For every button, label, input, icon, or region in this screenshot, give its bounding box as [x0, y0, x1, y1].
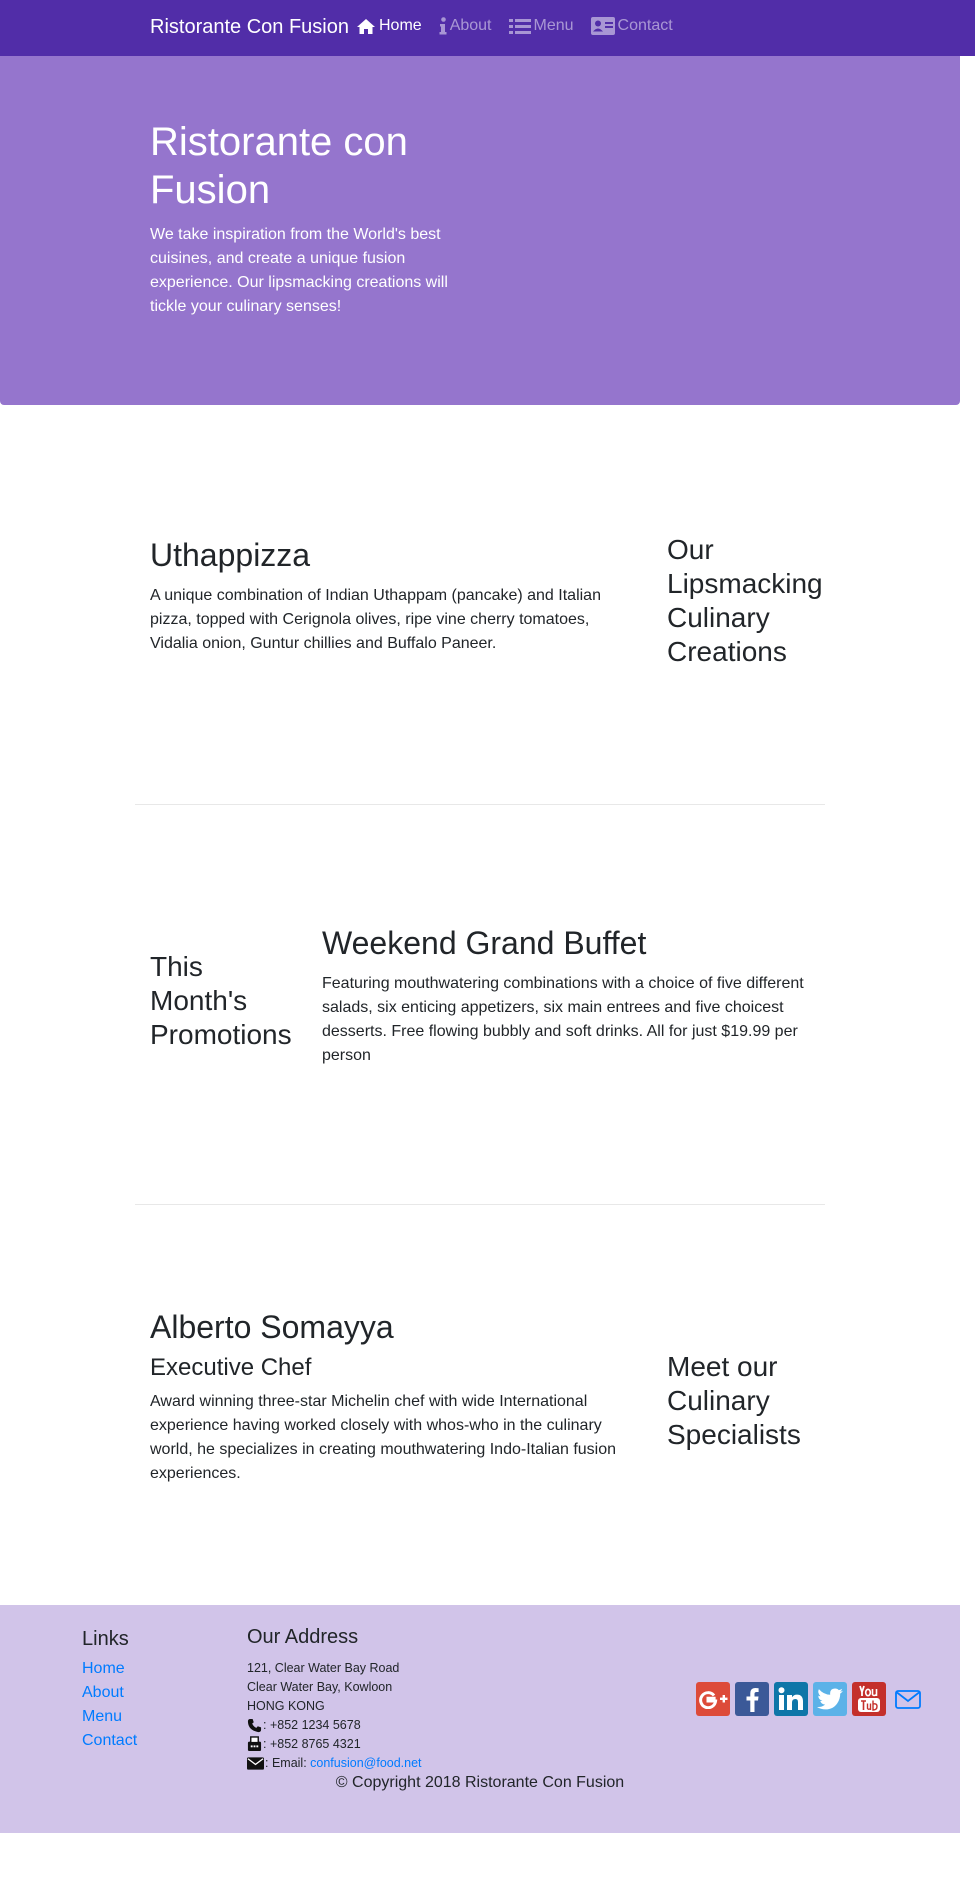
- dish-description: A unique combination of Indian Uthappam …: [150, 587, 601, 652]
- footer-link-contact[interactable]: Contact: [82, 1732, 137, 1750]
- copyright: © Copyright 2018 Ristorante Con Fusion: [335, 1774, 625, 1791]
- nav-item-label: Contact: [617, 17, 673, 34]
- fax-line: : +852 8765 4321: [247, 1735, 361, 1753]
- dish-side-heading: Our Lipsmacking Culinary Creations: [667, 534, 823, 667]
- leader-name: Alberto Somayya: [150, 1309, 394, 1345]
- navbar: Ristorante Con Fusion Home About Menu Co…: [0, 0, 975, 56]
- footer-link-home[interactable]: Home: [82, 1660, 125, 1678]
- social-links: [696, 1682, 930, 1716]
- nav-item-home[interactable]: Home: [356, 17, 422, 35]
- info-icon: [439, 17, 447, 35]
- address-line: HONG KONG: [247, 1699, 325, 1713]
- dish-title: Uthappizza: [150, 537, 311, 573]
- address-line: 121, Clear Water Bay Road: [247, 1661, 400, 1675]
- nav-item-label: Menu: [533, 17, 574, 34]
- twitter-icon: [817, 1688, 843, 1710]
- section-divider: [135, 804, 825, 805]
- twitter-button[interactable]: [813, 1682, 847, 1716]
- jumbotron-text: We take inspiration from the World's bes…: [150, 226, 448, 315]
- section-divider: [135, 1204, 825, 1205]
- jumbotron-title: Ristorante con Fusion: [150, 120, 408, 212]
- navbar-brand[interactable]: Ristorante Con Fusion: [150, 16, 349, 39]
- nav-item-label: About: [449, 17, 492, 34]
- address-line: Clear Water Bay, Kowloon: [247, 1680, 393, 1694]
- address-card-icon: [590, 17, 615, 35]
- phone-number: : +852 1234 5678: [263, 1718, 361, 1732]
- nav-item-menu[interactable]: Menu: [508, 17, 574, 35]
- google-plus-button[interactable]: [696, 1682, 730, 1716]
- jumbotron: Ristorante con Fusion We take inspiratio…: [0, 56, 960, 405]
- fax-number: : +852 8765 4321: [263, 1737, 361, 1751]
- google-plus-icon: [699, 1691, 728, 1709]
- linkedin-button[interactable]: [774, 1682, 808, 1716]
- footer-links-title: Links: [82, 1628, 129, 1650]
- nav-item-label: Home: [379, 17, 422, 34]
- leader-description: Award winning three-star Michelin chef w…: [150, 1393, 617, 1482]
- youtube-icon: [858, 1685, 880, 1712]
- nav-item-contact[interactable]: Contact: [590, 17, 673, 35]
- footer: Links Home About Menu Contact Our Addres…: [0, 1605, 960, 1833]
- promotion-side-heading: This Month's Promotions: [150, 951, 292, 1050]
- linkedin-icon: [778, 1687, 803, 1710]
- email-link[interactable]: confusion@food.net: [310, 1754, 421, 1772]
- home-icon: [357, 18, 375, 34]
- envelope-icon: [895, 1689, 921, 1709]
- list-icon: [508, 18, 531, 34]
- facebook-icon: [746, 1688, 759, 1712]
- leader-side-heading: Meet our Culinary Specialists: [667, 1351, 801, 1450]
- youtube-button[interactable]: [852, 1682, 886, 1716]
- email-line: : Email: confusion@food.net: [247, 1754, 422, 1772]
- facebook-button[interactable]: [735, 1682, 769, 1716]
- promotion-description: Featuring mouthwatering combinations wit…: [322, 975, 804, 1064]
- promotion-title: Weekend Grand Buffet: [322, 925, 647, 961]
- footer-link-menu[interactable]: Menu: [82, 1708, 122, 1726]
- envelope-icon: [247, 1756, 264, 1770]
- fax-icon: [247, 1736, 262, 1752]
- footer-link-about[interactable]: About: [82, 1684, 124, 1702]
- leader-designation: Executive Chef: [150, 1354, 312, 1381]
- phone-line: : +852 1234 5678: [247, 1716, 361, 1734]
- footer-address-title: Our Address: [247, 1626, 359, 1648]
- email-button[interactable]: [891, 1682, 925, 1716]
- email-label: : Email:: [265, 1756, 311, 1770]
- nav-item-about[interactable]: About: [439, 17, 492, 35]
- nav-menu: Home About Menu Contact: [356, 17, 690, 35]
- phone-icon: [247, 1718, 262, 1732]
